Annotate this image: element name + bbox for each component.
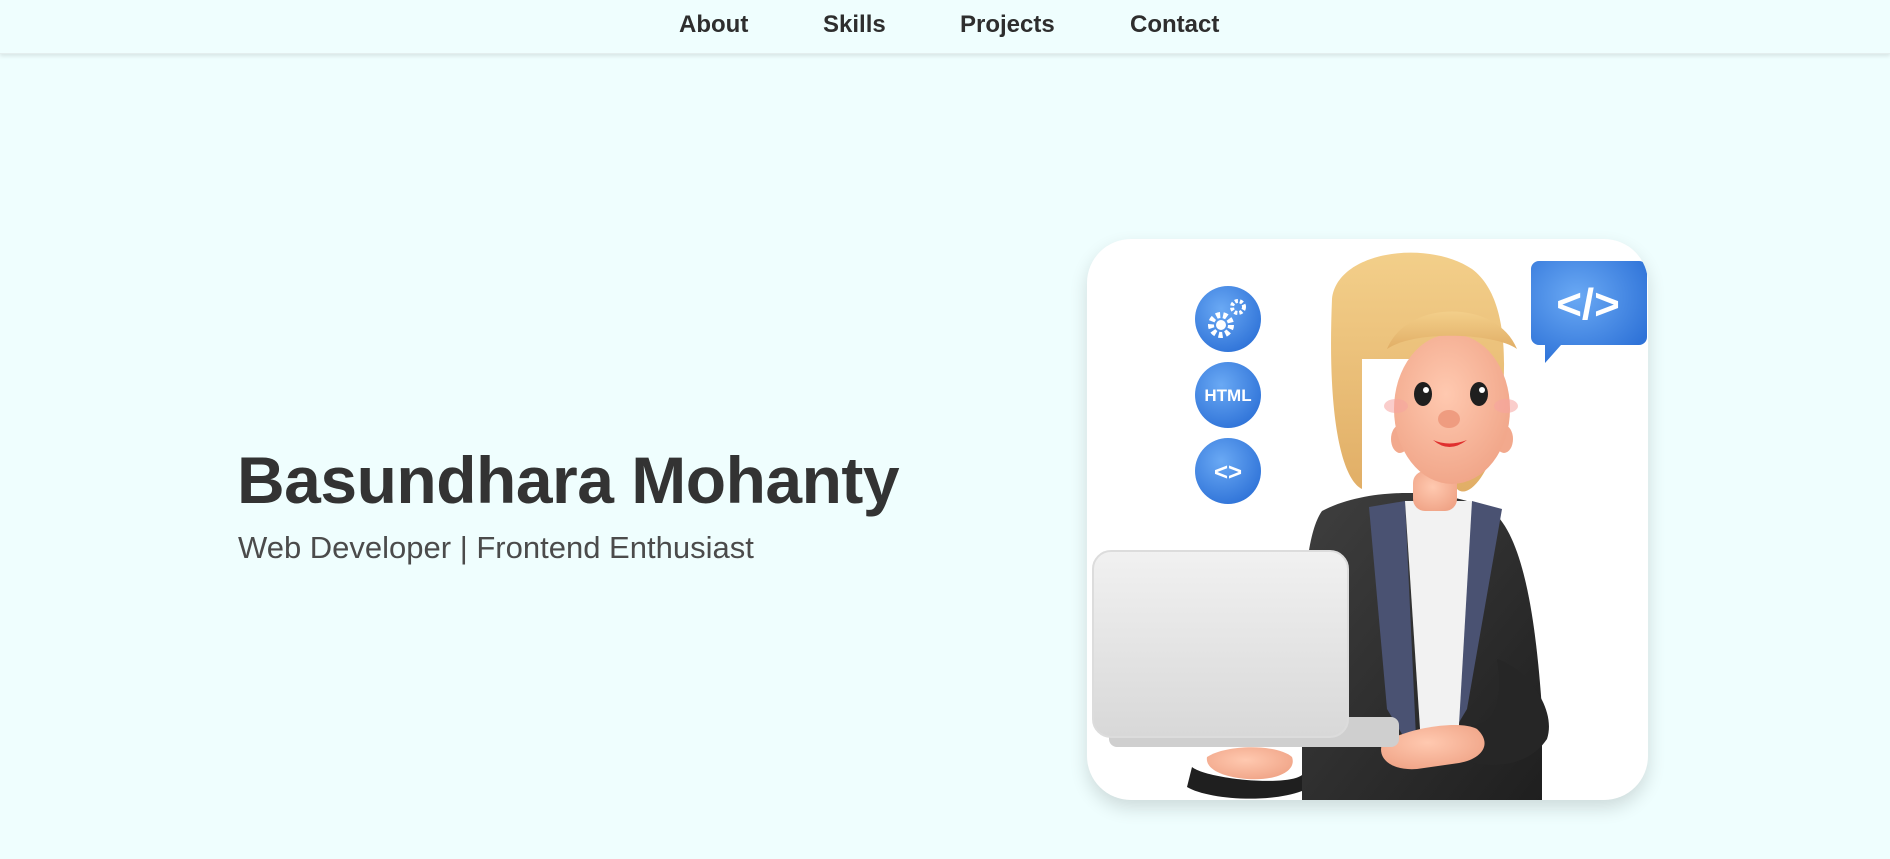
nav-contact-link[interactable]: Contact xyxy=(1130,11,1219,39)
profile-illustration-card: HTML <> </> xyxy=(1087,239,1648,800)
nav-skills-link[interactable]: Skills xyxy=(823,11,886,39)
svg-text:</>: </> xyxy=(1556,280,1620,329)
nav-projects-link[interactable]: Projects xyxy=(960,11,1055,39)
hero-subtitle: Web Developer | Frontend Enthusiast xyxy=(238,530,754,565)
hero-name: Basundhara Mohanty xyxy=(237,443,900,517)
gears-icon xyxy=(1195,286,1261,352)
html-icon: HTML xyxy=(1195,362,1261,428)
code-brackets-icon: <> xyxy=(1195,438,1261,504)
developer-illustration: HTML <> </> xyxy=(1092,252,1647,800)
nav-about-link[interactable]: About xyxy=(679,11,748,39)
svg-text:<>: <> xyxy=(1214,459,1242,486)
code-tag-icon: </> xyxy=(1531,261,1647,363)
top-nav: About Skills Projects Contact xyxy=(0,0,1890,54)
svg-text:HTML: HTML xyxy=(1204,386,1251,405)
